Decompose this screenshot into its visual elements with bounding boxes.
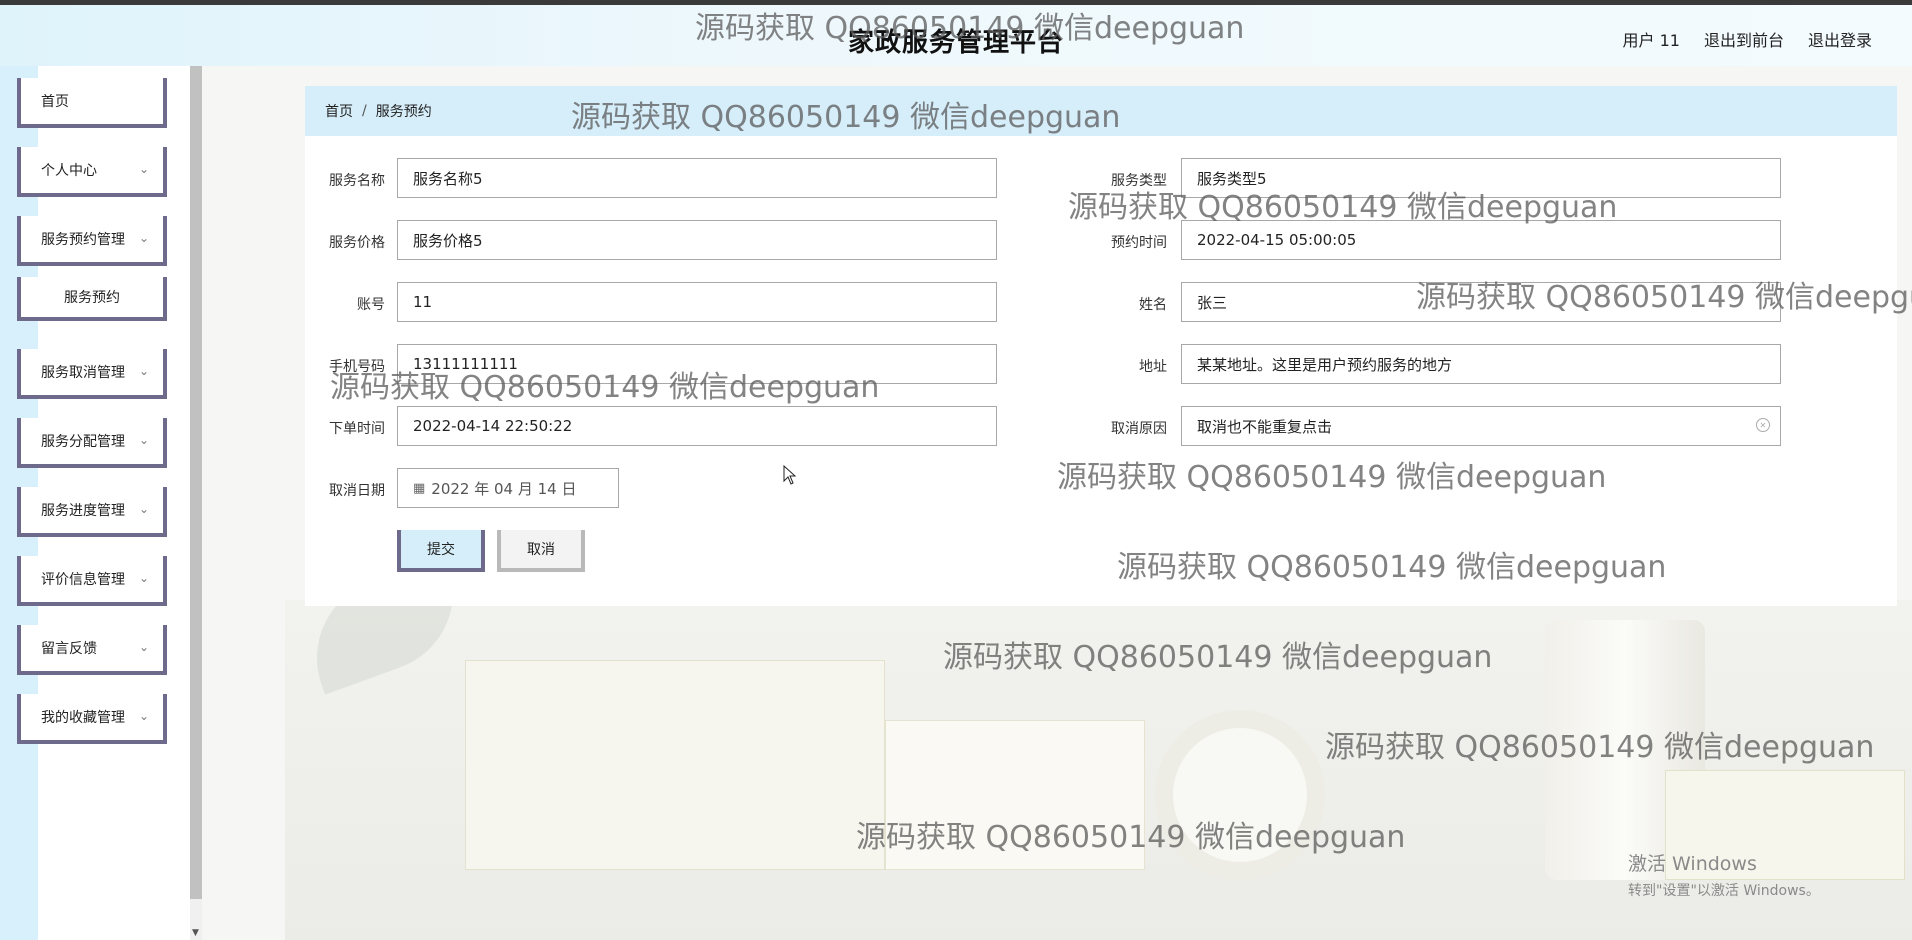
service-type-field[interactable]: 服务类型5 (1181, 158, 1781, 198)
cancel-reason-label: 取消原因 (1111, 421, 1167, 437)
sidebar-item-cancel-management[interactable]: 服务取消管理 ⌄ (17, 349, 167, 399)
sidebar-item-review-management[interactable]: 评价信息管理 ⌄ (17, 556, 167, 606)
cancel-date-text: 2022 年 04 月 14 日 (431, 479, 577, 498)
windows-activation-subtitle: 转到"设置"以激活 Windows。 (1628, 883, 1820, 899)
logout-link[interactable]: 退出登录 (1808, 27, 1872, 51)
cancel-button[interactable]: 取消 (497, 530, 585, 572)
service-type-label: 服务类型 (1111, 173, 1167, 189)
chevron-down-icon: ⌄ (138, 364, 149, 378)
chevron-down-icon: ⌄ (138, 571, 149, 585)
sidebar-item-appointment-management[interactable]: 服务预约管理 ⌄ (17, 216, 167, 266)
address-label: 地址 (1139, 359, 1167, 375)
appointment-time-label: 预约时间 (1111, 235, 1167, 251)
chevron-down-icon: ⌄ (138, 640, 149, 654)
scene-box (885, 720, 1145, 870)
user-link[interactable]: 用户 11 (1623, 27, 1680, 51)
sidebar-item-label: 服务取消管理 (41, 365, 125, 381)
order-time-field[interactable]: 2022-04-14 22:50:22 (397, 406, 997, 446)
cancel-reason-text: 取消也不能重复点击 (1197, 417, 1333, 436)
sidebar-item-label: 评价信息管理 (41, 572, 125, 588)
breadcrumb: 首页 / 服务预约 (305, 86, 1897, 136)
sidebar-item-home[interactable]: 首页 (17, 78, 167, 128)
sidebar-item-label: 我的收藏管理 (41, 710, 125, 726)
account-field[interactable]: 11 (397, 282, 997, 322)
cancel-date-label: 取消日期 (329, 483, 385, 499)
sidebar-item-label: 服务进度管理 (41, 503, 125, 519)
phone-field[interactable]: 13111111111 (397, 344, 997, 384)
service-price-field[interactable]: 服务价格5 (397, 220, 997, 260)
service-name-field[interactable]: 服务名称5 (397, 158, 997, 198)
address-field[interactable]: 某某地址。这里是用户预约服务的地方 (1181, 344, 1781, 384)
account-label: 账号 (357, 297, 385, 313)
scrollbar-thumb[interactable] (190, 66, 202, 899)
sidebar-item-label: 服务分配管理 (41, 434, 125, 450)
breadcrumb-separator: / (362, 103, 367, 119)
sidebar-item-favorites-management[interactable]: 我的收藏管理 ⌄ (17, 694, 167, 744)
clear-icon[interactable]: ✕ (1756, 418, 1770, 432)
breadcrumb-home[interactable]: 首页 (325, 101, 353, 121)
sidebar-subitem-appointment[interactable]: 服务预约 (17, 277, 167, 321)
sidebar-item-label: 个人中心 (41, 163, 97, 179)
sidebar-item-label: 服务预约 (64, 290, 120, 306)
windows-activation-notice: 激活 Windows 转到"设置"以激活 Windows。 (1628, 849, 1820, 900)
chevron-down-icon: ⌄ (138, 502, 149, 516)
name-label: 姓名 (1139, 297, 1167, 313)
sidebar-scrollbar[interactable]: ▼ (190, 66, 202, 940)
scroll-down-arrow-icon[interactable]: ▼ (192, 928, 199, 938)
sidebar-item-feedback[interactable]: 留言反馈 ⌄ (17, 625, 167, 675)
windows-activation-title: 激活 Windows (1628, 853, 1757, 875)
scene-disc (1155, 710, 1325, 880)
sidebar-item-label: 服务预约管理 (41, 232, 125, 248)
sidebar-item-assignment-management[interactable]: 服务分配管理 ⌄ (17, 418, 167, 468)
scene-box (465, 660, 885, 870)
calendar-icon: ▦ (413, 480, 426, 496)
chevron-down-icon: ⌄ (138, 231, 149, 245)
sidebar-item-progress-management[interactable]: 服务进度管理 ⌄ (17, 487, 167, 537)
sidebar-item-label: 首页 (41, 94, 69, 110)
breadcrumb-current: 服务预约 (375, 104, 432, 120)
cancel-reason-field[interactable]: 取消也不能重复点击 ✕ (1181, 406, 1781, 446)
sidebar-item-personal-center[interactable]: 个人中心 ⌄ (17, 147, 167, 197)
phone-label: 手机号码 (329, 359, 385, 375)
top-header: 家政服务管理平台 用户 11 退出到前台 退出登录 (0, 5, 1912, 66)
cancel-date-picker[interactable]: ▦ 2022 年 04 月 14 日 (397, 468, 619, 508)
chevron-down-icon: ⌄ (138, 433, 149, 447)
exit-to-frontend-link[interactable]: 退出到前台 (1704, 27, 1784, 51)
header-links: 用户 11 退出到前台 退出登录 (1623, 27, 1872, 51)
form-panel: 服务名称 服务名称5 服务类型 服务类型5 服务价格 服务价格5 预约时间 20… (305, 136, 1897, 606)
chevron-down-icon: ⌄ (138, 709, 149, 723)
name-field[interactable]: 张三 (1181, 282, 1781, 322)
order-time-label: 下单时间 (329, 421, 385, 437)
chevron-down-icon: ⌄ (138, 162, 149, 176)
service-name-label: 服务名称 (329, 173, 385, 189)
submit-button[interactable]: 提交 (397, 530, 485, 572)
service-price-label: 服务价格 (329, 235, 385, 251)
appointment-time-field[interactable]: 2022-04-15 05:00:05 (1181, 220, 1781, 260)
sidebar-item-label: 留言反馈 (41, 641, 97, 657)
